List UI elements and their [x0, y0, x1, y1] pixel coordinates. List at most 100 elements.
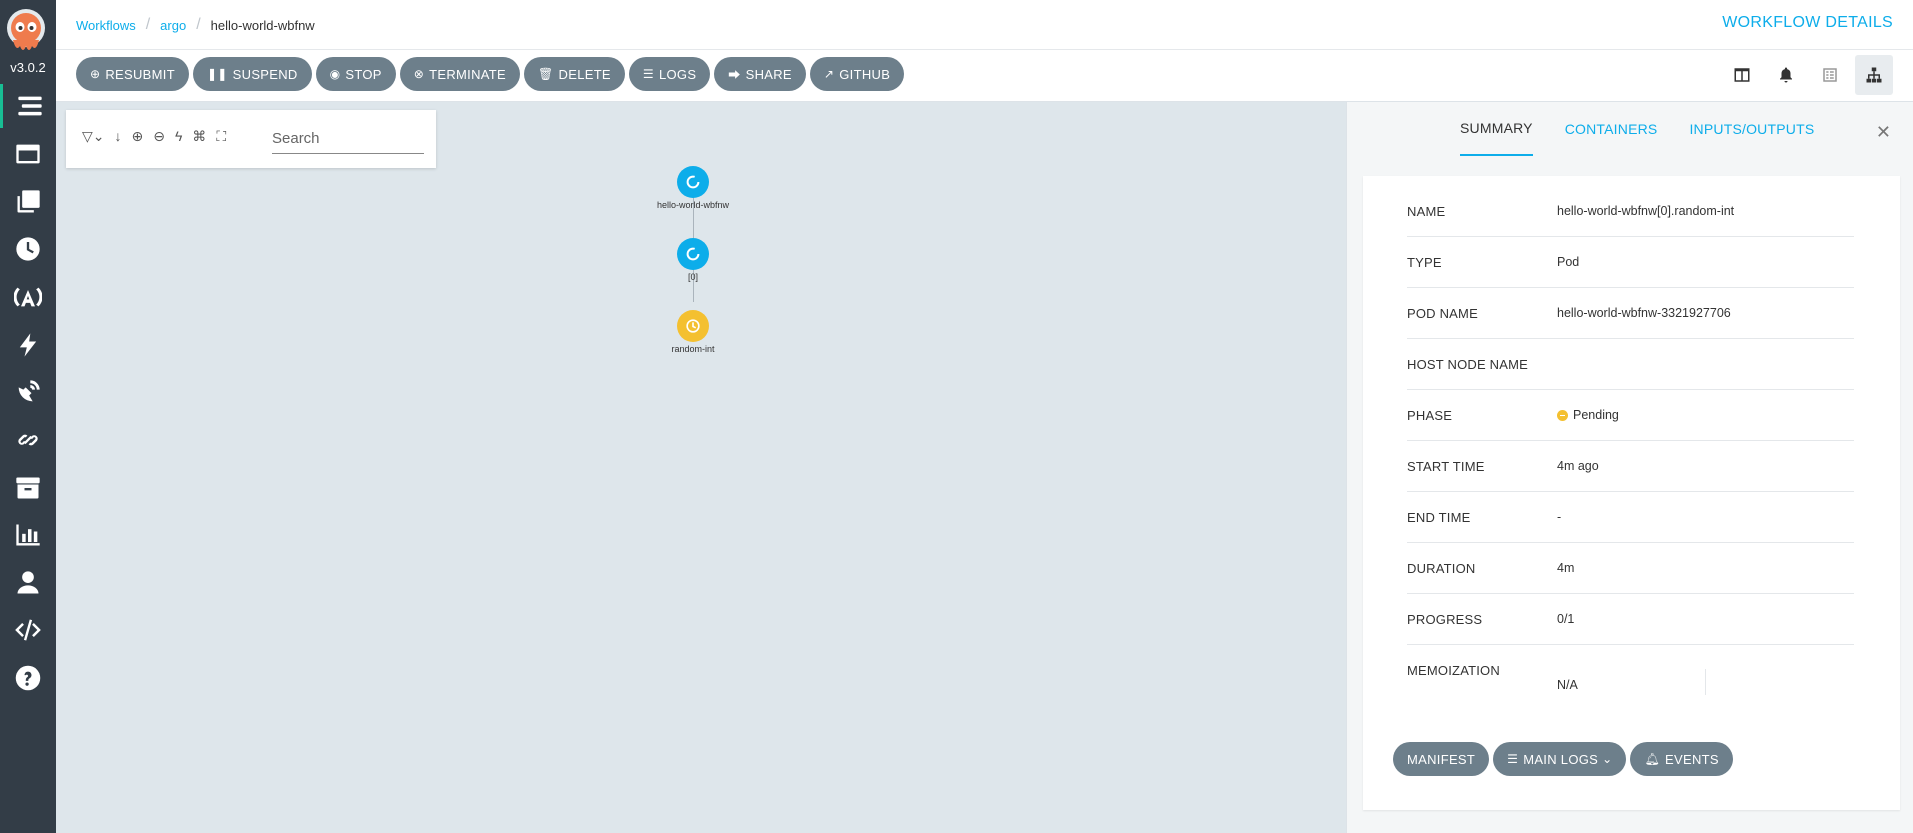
tab-summary[interactable]: SUMMARY	[1460, 102, 1533, 156]
list-alt-icon	[1823, 68, 1837, 82]
pause-icon: ❚❚	[206, 67, 228, 81]
graph-view-toggle[interactable]	[1855, 55, 1893, 95]
view-toggles	[1723, 55, 1893, 95]
bell-icon	[1780, 67, 1792, 83]
trash-icon: 🗑︎	[537, 67, 554, 81]
filter-icon[interactable]: ▽⌄	[82, 128, 105, 145]
bolt-icon[interactable]: ϟ	[175, 128, 182, 145]
breadcrumb-separator: /	[196, 16, 201, 33]
clock-icon	[686, 319, 700, 333]
zoom-out-icon[interactable]: ⊖	[153, 128, 165, 145]
bars-icon: ☰	[1507, 752, 1519, 766]
row-key: PHASE	[1407, 407, 1453, 423]
graph-search-input[interactable]	[272, 124, 424, 154]
tab-inputs-outputs[interactable]: INPUTS/OUTPUTS	[1689, 102, 1814, 156]
events-button[interactable]: 🔔︎ EVENTS	[1630, 742, 1733, 776]
events-view-toggle[interactable]	[1767, 55, 1805, 95]
timeline-view-toggle[interactable]	[1811, 55, 1849, 95]
argo-logo-icon[interactable]	[4, 6, 48, 58]
sidebar-item-event-flow[interactable]	[0, 370, 56, 414]
breadcrumb: Workflows / argo / hello-world-wbfnw	[76, 16, 315, 34]
workflow-actions: ⊕ RESUBMIT ❚❚ SUSPEND ◉ STOP ⊗ TERMINATE 🗑︎ D…	[76, 57, 905, 91]
sidebar-item-cluster-workflow-templates[interactable]	[0, 180, 56, 224]
plus-circle-icon: ⊕	[90, 67, 101, 81]
sidebar-item-workflows[interactable]	[0, 84, 56, 128]
pending-status-icon	[1557, 409, 1568, 421]
summary-row-duration: DURATION 4m	[1407, 543, 1854, 594]
main-logs-button[interactable]: ☰ MAIN LOGS ⌄	[1493, 742, 1627, 776]
row-key: END TIME	[1407, 509, 1471, 525]
row-value: hello-world-wbfnw-3321927706	[1557, 306, 1731, 320]
summary-row-memoization: MEMOIZATION N/A	[1407, 645, 1854, 696]
sidebar-item-api-docs[interactable]	[0, 608, 56, 652]
graph-node-label: [0]	[687, 272, 698, 282]
sidebar-item-workflow-templates[interactable]	[0, 132, 56, 176]
breadcrumb-current: hello-world-wbfnw	[210, 17, 315, 33]
summary-row-start-time: START TIME 4m ago	[1407, 441, 1854, 492]
row-key: MEMOIZATION	[1407, 663, 1500, 678]
graph-node-running[interactable]	[677, 238, 709, 270]
resubmit-button[interactable]: ⊕ RESUBMIT	[76, 57, 189, 91]
summary-row-phase: PHASE Pending	[1407, 390, 1854, 441]
sidebar-item-reports[interactable]	[0, 513, 56, 557]
summary-row-progress: PROGRESS 0/1	[1407, 594, 1854, 645]
sidebar-item-archived-workflows[interactable]	[0, 466, 56, 510]
logs-button[interactable]: ☰ LOGS	[628, 57, 711, 91]
sidebar-item-event-sources[interactable]	[0, 275, 56, 319]
row-value: Pod	[1557, 255, 1580, 269]
clock-icon	[16, 237, 40, 261]
stop-button[interactable]: ◉ STOP	[315, 57, 396, 91]
sidebar-item-sensors[interactable]	[0, 323, 56, 367]
sidebar-item-help[interactable]	[0, 656, 56, 700]
arrow-down-icon[interactable]: ↓	[115, 128, 122, 145]
sidebar-item-pipelines[interactable]	[0, 418, 56, 462]
row-value: -	[1557, 510, 1562, 524]
suspend-button[interactable]: ❚❚ SUSPEND	[192, 57, 312, 91]
stream-icon	[17, 96, 42, 116]
workflow-graph[interactable]: ▽⌄ ↓ ⊕ ⊖ ϟ ⌘ ⛶ hello-world-wbfnw [0] ran…	[56, 102, 1346, 833]
broadcast-icon	[14, 287, 42, 307]
sidebar-item-cron-workflows[interactable]	[0, 227, 56, 271]
tab-containers[interactable]: CONTAINERS	[1565, 102, 1658, 156]
expand-icon[interactable]: ⛶	[216, 128, 226, 145]
row-value: Pending	[1557, 408, 1619, 422]
circle-notch-icon	[686, 247, 700, 261]
chevron-down-icon: ⌄	[1602, 752, 1613, 766]
row-value: 0/1	[1557, 612, 1575, 626]
share-button[interactable]: ⮕ SHARE	[714, 57, 806, 91]
row-key: DURATION	[1407, 560, 1476, 576]
graph-node-pending[interactable]	[677, 310, 709, 342]
sidebar-item-user[interactable]	[0, 561, 56, 605]
circle-notch-icon	[686, 175, 700, 189]
graph-node-label: hello-world-wbfnw	[656, 200, 730, 210]
compress-icon[interactable]: ⌘	[192, 128, 206, 145]
graph-node-running[interactable]	[677, 166, 709, 198]
window-icon	[16, 144, 40, 164]
summary-card: NAME hello-world-wbfnw[0].random-int TYP…	[1363, 176, 1900, 810]
close-icon[interactable]: ✕	[1876, 122, 1891, 143]
divider	[1705, 669, 1706, 695]
split-view-toggle[interactable]	[1723, 55, 1761, 95]
summary-row-name: NAME hello-world-wbfnw[0].random-int	[1407, 186, 1854, 237]
external-link-icon: ↗	[823, 67, 835, 81]
summary-row-host-node-name: HOST NODE NAME	[1407, 339, 1854, 390]
satellite-dish-icon	[18, 380, 40, 402]
manifest-button[interactable]: MANIFEST	[1393, 742, 1490, 776]
zoom-in-icon[interactable]: ⊕	[132, 128, 144, 145]
times-circle-icon: ⊗	[413, 67, 425, 81]
node-actions: MANIFEST ☰ MAIN LOGS ⌄ 🔔︎ EVENTS	[1393, 742, 1733, 776]
graph-toolbar: ▽⌄ ↓ ⊕ ⊖ ϟ ⌘ ⛶	[66, 110, 436, 168]
clone-icon	[17, 190, 40, 213]
graph-toolbar-icons: ▽⌄ ↓ ⊕ ⊖ ϟ ⌘ ⛶	[82, 128, 226, 145]
bell-icon: 🔔︎	[1644, 752, 1661, 766]
row-key: NAME	[1407, 203, 1446, 219]
github-button[interactable]: ↗ GITHUB	[809, 57, 905, 91]
graph-node-label: random-int	[671, 344, 715, 354]
chart-bar-icon	[16, 524, 40, 546]
delete-button[interactable]: 🗑︎ DELETE	[523, 57, 625, 91]
breadcrumb-workflows[interactable]: Workflows	[76, 18, 136, 33]
terminate-button[interactable]: ⊗ TERMINATE	[399, 57, 520, 91]
row-key: PROGRESS	[1407, 611, 1483, 627]
breadcrumb-namespace[interactable]: argo	[160, 18, 186, 33]
breadcrumb-separator: /	[145, 16, 151, 33]
